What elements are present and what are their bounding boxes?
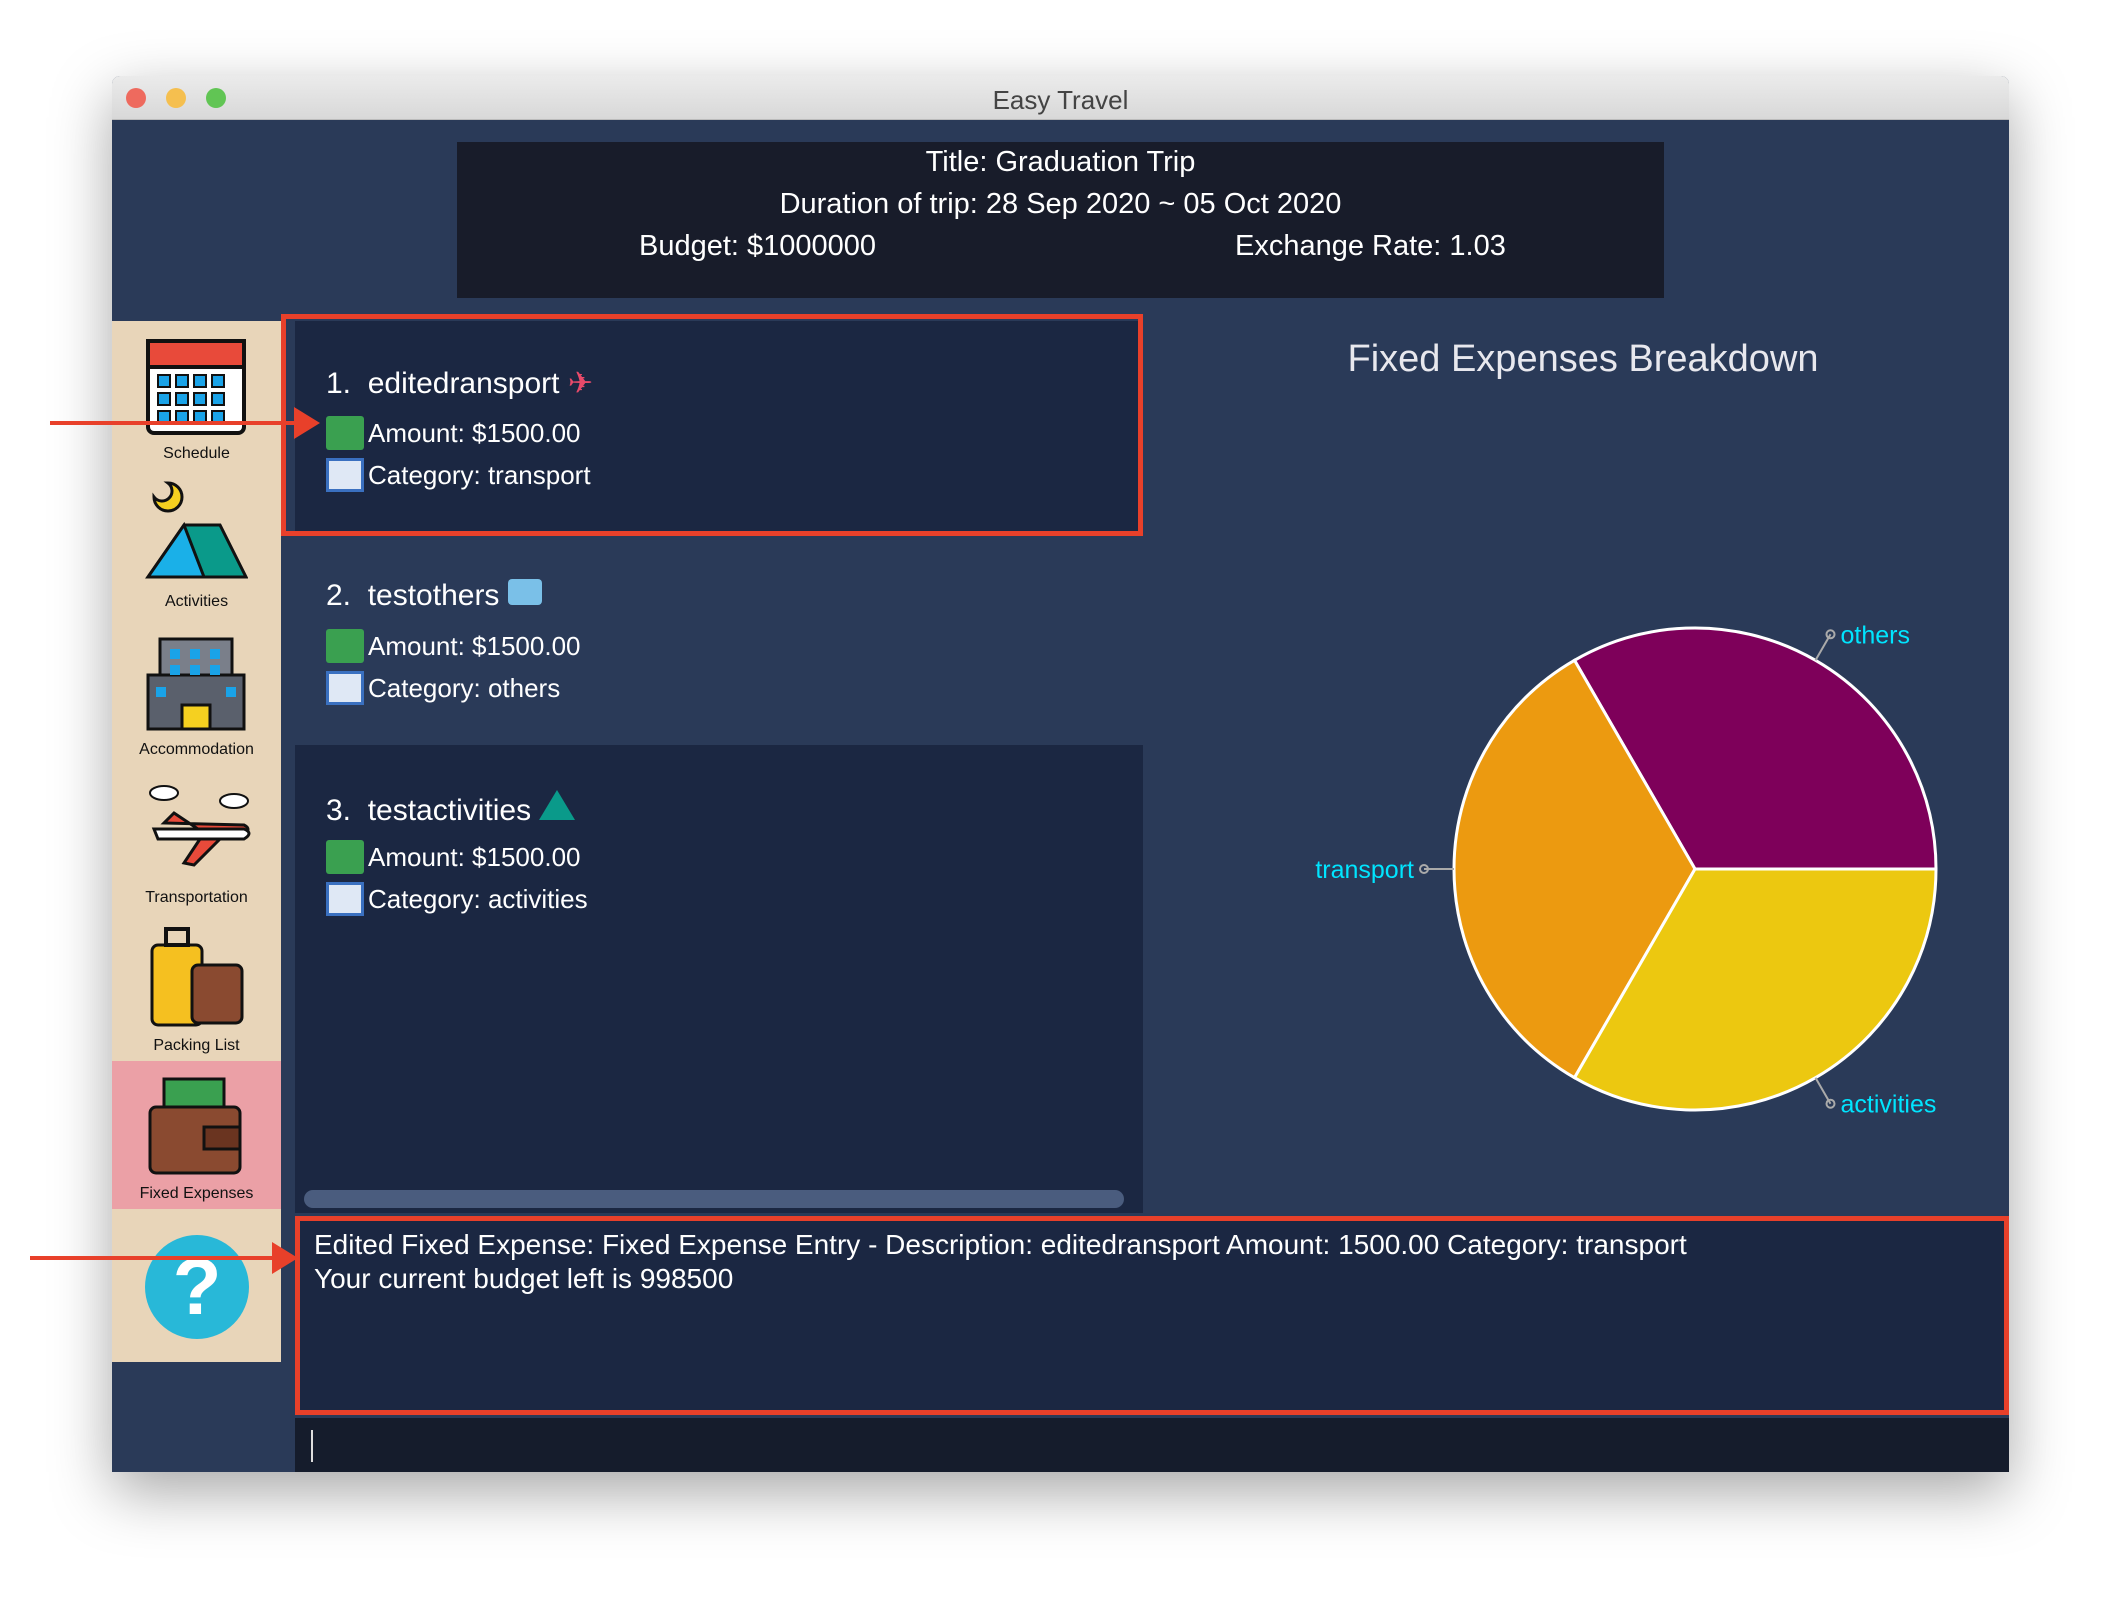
sidebar-item-label: Activities bbox=[164, 593, 229, 610]
sidebar-item-schedule[interactable]: Schedule bbox=[112, 321, 281, 469]
sidebar: Schedule Activities Accommodation Transp… bbox=[112, 321, 281, 1362]
exchange-rate: Exchange Rate: 1.03 bbox=[1235, 230, 1506, 262]
sidebar-item-label: Transportation bbox=[145, 889, 248, 906]
help-icon: ? bbox=[145, 1235, 249, 1339]
list-item[interactable]: 3. testactivities Amount: $1500.00 Categ… bbox=[295, 745, 1143, 956]
expense-title: 3. testactivities bbox=[326, 790, 576, 828]
expense-description: testactivities bbox=[367, 794, 532, 827]
luggage-icon bbox=[150, 927, 244, 1027]
expense-category: Category: others bbox=[368, 672, 561, 703]
sidebar-item-label: Packing List bbox=[153, 1037, 240, 1054]
category-icon bbox=[326, 671, 364, 705]
annotation-arrow bbox=[50, 407, 320, 439]
horizontal-scrollbar[interactable] bbox=[304, 1190, 1124, 1208]
sidebar-item-fixed-expenses[interactable]: Fixed Expenses bbox=[112, 1061, 281, 1209]
pie-label: others bbox=[1841, 621, 1910, 649]
sidebar-item-label: Schedule bbox=[163, 445, 230, 462]
sidebar-item-activities[interactable]: Activities bbox=[112, 469, 281, 617]
hotel-icon bbox=[146, 637, 246, 731]
pie-chart: Fixed Expenses Breakdown others transport… bbox=[1315, 338, 1938, 1119]
help-button[interactable]: ? bbox=[112, 1209, 281, 1357]
chart-title: Fixed Expenses Breakdown bbox=[1347, 338, 1818, 380]
list-item[interactable]: 2. testothers Amount: $1500.00 Category:… bbox=[295, 534, 1143, 745]
expense-title: 2. testothers bbox=[326, 579, 542, 613]
sidebar-item-packing-list[interactable]: Packing List bbox=[112, 913, 281, 1061]
trip-title: Title: Graduation Trip bbox=[925, 146, 1196, 178]
category-icon bbox=[326, 882, 364, 916]
highlight-box bbox=[281, 314, 1143, 536]
sidebar-item-transportation[interactable]: Transportation bbox=[112, 765, 281, 913]
annotation-arrow bbox=[30, 1242, 298, 1274]
trip-header: Title: Graduation Trip Duration of trip:… bbox=[457, 142, 1664, 298]
pie-label: activities bbox=[1841, 1091, 1937, 1119]
pie-label: transport bbox=[1315, 856, 1414, 884]
expense-amount: Amount: $1500.00 bbox=[368, 841, 581, 872]
sidebar-item-label: Accommodation bbox=[139, 741, 254, 758]
window-title: Easy Travel bbox=[992, 85, 1129, 115]
airplane-icon bbox=[149, 785, 251, 867]
highlight-box bbox=[295, 1216, 2009, 1415]
trip-budget: Budget: $1000000 bbox=[639, 230, 877, 262]
money-icon bbox=[326, 840, 364, 874]
tent-icon bbox=[145, 481, 248, 579]
wallet-icon bbox=[148, 1077, 242, 1175]
text-caret bbox=[311, 1430, 313, 1462]
expense-description: testothers bbox=[367, 579, 500, 612]
title-bar: Easy Travel bbox=[112, 76, 2009, 120]
tickets-icon bbox=[507, 579, 542, 605]
money-icon bbox=[326, 629, 364, 663]
trip-duration: Duration of trip: 28 Sep 2020 ~ 05 Oct 2… bbox=[779, 188, 1342, 220]
expense-amount: Amount: $1500.00 bbox=[368, 630, 581, 661]
tent-icon bbox=[539, 790, 576, 820]
sidebar-item-label: Fixed Expenses bbox=[139, 1185, 254, 1202]
sidebar-item-accommodation[interactable]: Accommodation bbox=[112, 617, 281, 765]
command-input[interactable] bbox=[295, 1418, 2009, 1472]
app-window: Easy Travel Title: Graduation Trip Durat… bbox=[112, 76, 2009, 1472]
expense-category: Category: activities bbox=[368, 883, 588, 914]
